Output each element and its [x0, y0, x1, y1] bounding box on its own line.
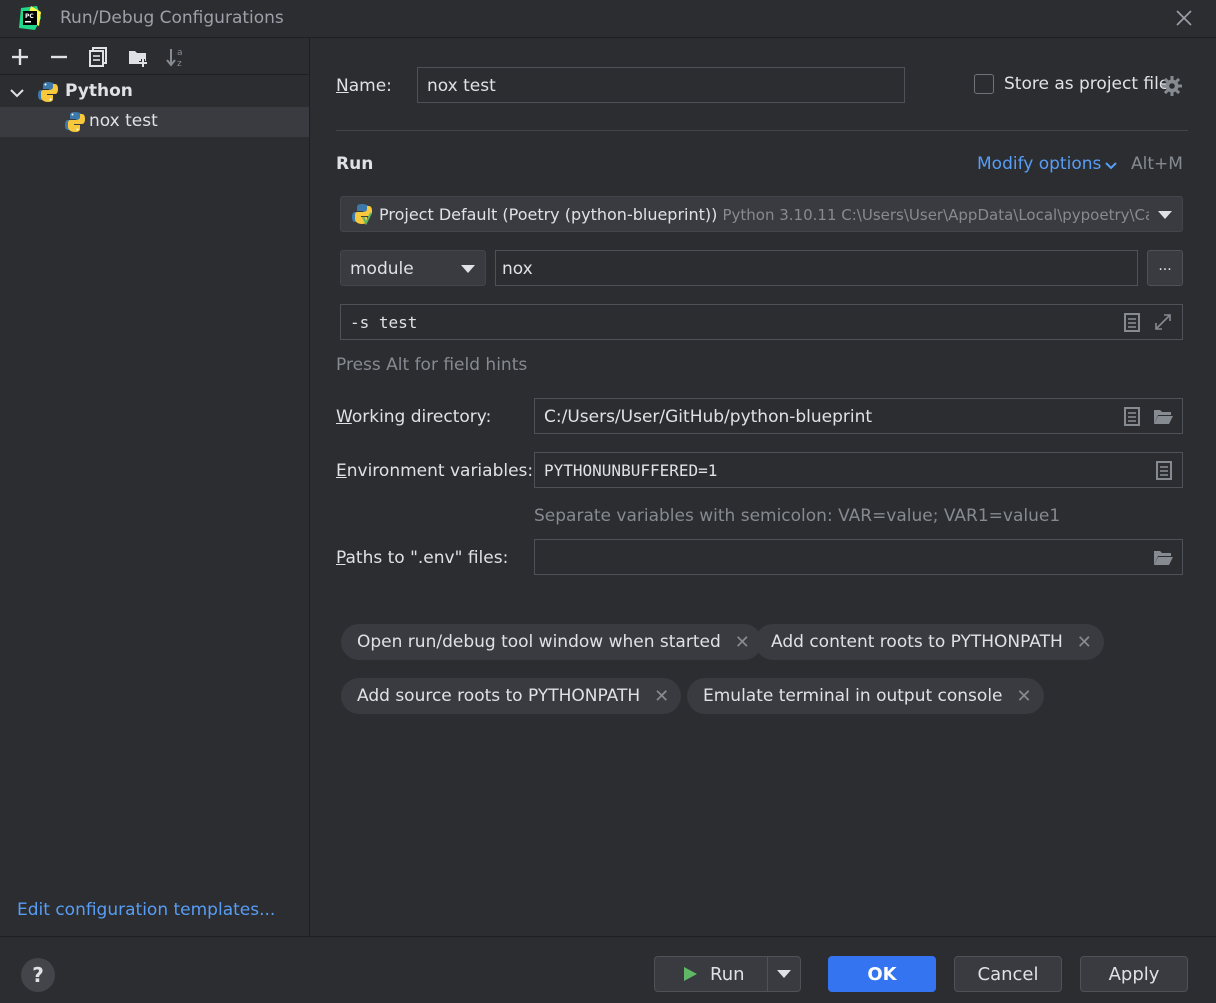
copy-icon[interactable]	[86, 45, 110, 69]
add-icon[interactable]	[8, 45, 32, 69]
run-play-icon	[684, 967, 697, 981]
pycharm-logo-icon: PC	[19, 6, 41, 30]
new-folder-icon[interactable]	[126, 45, 150, 69]
working-directory-value: C:/Users/User/GitHub/python-blueprint	[544, 407, 873, 427]
working-directory-field[interactable]: C:/Users/User/GitHub/python-blueprint	[534, 398, 1183, 434]
tree-group-label: Python	[65, 81, 133, 101]
browse-module-button[interactable]: ...	[1147, 250, 1183, 286]
expand-text-icon[interactable]	[1121, 405, 1143, 427]
tree-item-nox-test[interactable]: nox test	[0, 107, 309, 137]
interpreter-select[interactable]: Project Default (Poetry (python-blueprin…	[340, 196, 1183, 232]
store-project-file-checkbox[interactable]	[974, 74, 994, 94]
svg-text:z: z	[177, 59, 182, 69]
name-value: nox test	[427, 76, 496, 96]
run-split-button[interactable]: Run	[654, 956, 801, 992]
dialog-footer: ? Run OK Cancel Apply	[0, 936, 1216, 1003]
env-hint-text: Separate variables with semicolon: VAR=v…	[534, 506, 1061, 526]
dropdown-arrow-icon	[1158, 211, 1172, 219]
name-field[interactable]: nox test	[417, 67, 905, 103]
tree-group-python[interactable]: Python	[0, 77, 309, 107]
tree-toolbar: a z	[0, 38, 310, 75]
expand-text-icon[interactable]	[1153, 459, 1175, 481]
svg-text:PC: PC	[25, 13, 34, 20]
config-editor-panel: Name: nox test Store as project file Run…	[311, 38, 1216, 936]
chip-label: Add source roots to PYTHONPATH	[357, 686, 641, 706]
close-icon[interactable]	[1174, 8, 1194, 28]
python-run-config-icon	[65, 112, 85, 132]
module-name-field[interactable]: nox	[495, 250, 1138, 286]
name-label: Name:	[336, 76, 392, 96]
target-type-value: module	[350, 259, 414, 279]
modify-options-link[interactable]: Modify options	[977, 154, 1101, 174]
script-parameters-field[interactable]: -s test	[340, 304, 1183, 340]
sort-icon[interactable]: a z	[164, 45, 188, 69]
folder-open-icon[interactable]	[1152, 546, 1174, 568]
module-name-value: nox	[502, 259, 533, 279]
svg-text:a: a	[177, 48, 183, 58]
edit-templates-link[interactable]: Edit configuration templates...	[17, 900, 275, 920]
field-hints-text: Press Alt for field hints	[336, 355, 528, 375]
python-interpreter-icon	[352, 204, 372, 225]
help-button[interactable]: ?	[21, 958, 55, 992]
gear-icon[interactable]	[1161, 75, 1183, 97]
environment-variables-label: Environment variables:	[336, 461, 534, 481]
remove-chip-icon[interactable]: ✕	[1017, 686, 1032, 707]
ok-button[interactable]: OK	[828, 956, 936, 992]
env-files-field[interactable]	[534, 539, 1183, 575]
run-button-label: Run	[710, 964, 745, 985]
interpreter-main: Project Default (Poetry (python-blueprin…	[379, 205, 718, 224]
option-chip[interactable]: Open run/debug tool window when started ✕	[341, 624, 762, 660]
run-dropdown-arrow-icon[interactable]	[777, 970, 791, 978]
modify-options-shortcut: Alt+M	[1131, 154, 1183, 174]
separator	[336, 130, 1188, 131]
chip-label: Add content roots to PYTHONPATH	[771, 632, 1063, 652]
chevron-down-icon[interactable]	[1104, 159, 1118, 173]
script-parameters-value: -s test	[350, 313, 418, 332]
split-divider	[767, 957, 768, 991]
folder-open-icon[interactable]	[1152, 405, 1174, 427]
chip-label: Open run/debug tool window when started	[357, 632, 721, 652]
environment-variables-value: PYTHONUNBUFFERED=1	[544, 461, 718, 480]
remove-icon[interactable]	[47, 45, 71, 69]
option-chip[interactable]: Add content roots to PYTHONPATH ✕	[755, 624, 1104, 660]
interpreter-text: Project Default (Poetry (python-blueprin…	[379, 205, 1149, 224]
tree-item-label: nox test	[89, 111, 158, 131]
env-files-label: Paths to ".env" files:	[336, 548, 509, 568]
remove-chip-icon[interactable]: ✕	[1077, 632, 1092, 653]
expand-text-icon[interactable]	[1121, 311, 1143, 333]
maximize-icon[interactable]	[1152, 311, 1174, 333]
environment-variables-field[interactable]: PYTHONUNBUFFERED=1	[534, 452, 1183, 488]
option-chip[interactable]: Add source roots to PYTHONPATH ✕	[341, 678, 682, 714]
chip-label: Emulate terminal in output console	[703, 686, 1003, 706]
chevron-down-icon[interactable]	[9, 85, 25, 101]
interpreter-detail: Python 3.10.11 C:\Users\User\AppData\Loc…	[722, 206, 1149, 224]
dropdown-arrow-icon	[461, 265, 475, 273]
store-project-file-label: Store as project file	[1004, 74, 1170, 94]
target-type-select[interactable]: module	[340, 250, 486, 286]
apply-button[interactable]: Apply	[1080, 956, 1188, 992]
working-directory-label: Working directory:	[336, 407, 492, 427]
run-section-title: Run	[336, 154, 374, 174]
title-bar: PC Run/Debug Configurations	[0, 0, 1216, 38]
python-icon	[38, 82, 58, 102]
cancel-button[interactable]: Cancel	[954, 956, 1062, 992]
config-tree-panel: a z Python nox test Edit configuration t…	[0, 38, 310, 936]
window-title: Run/Debug Configurations	[60, 8, 284, 28]
option-chip[interactable]: Emulate terminal in output console ✕	[687, 678, 1044, 714]
remove-chip-icon[interactable]: ✕	[654, 686, 669, 707]
remove-chip-icon[interactable]: ✕	[735, 632, 750, 653]
